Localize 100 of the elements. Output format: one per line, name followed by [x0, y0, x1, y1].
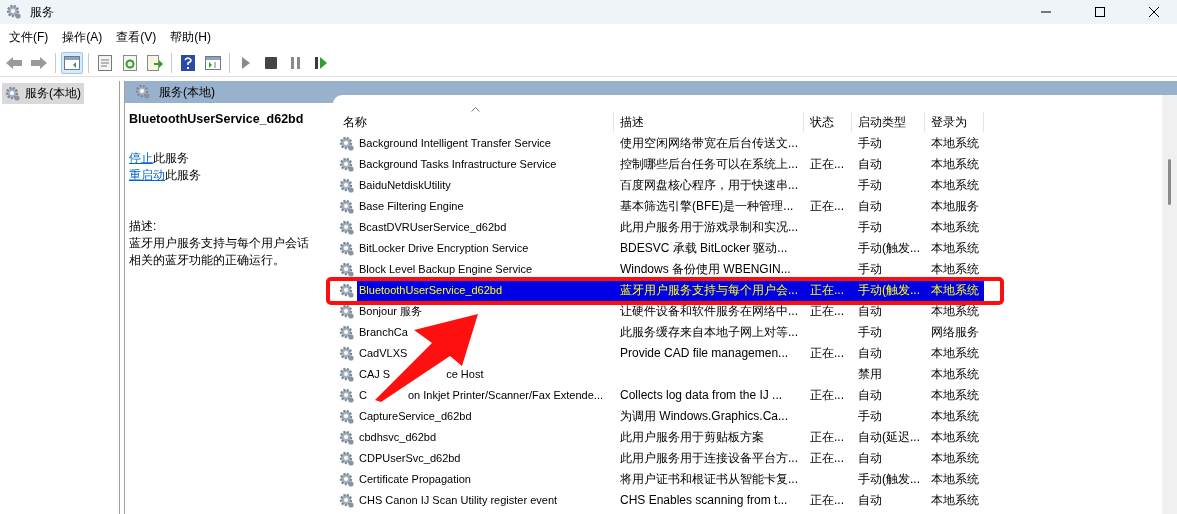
service-name-cell[interactable]: cbdhsvc_d62bd [357, 427, 439, 448]
table-cell-text: 本地系统 [930, 156, 980, 173]
service-name-cell[interactable]: on Inkjet Printer/Scanner/Fax Extende... [405, 385, 605, 406]
scrollbar[interactable] [1162, 95, 1177, 514]
table-cell-text: 手动 [857, 135, 883, 152]
table-cell-text: Collects log data from the IJ ... [619, 387, 784, 404]
service-name-cell[interactable]: Bonjour 服务 [357, 301, 424, 322]
table-cell: 本地系统 [925, 280, 984, 301]
window-title: 服务 [30, 3, 55, 21]
table-cell-text: 手动 [857, 219, 883, 236]
service-name-cell[interactable]: Certificate Propagation [357, 469, 473, 490]
menu-item[interactable]: 帮助(H) [163, 28, 218, 46]
menu-item[interactable]: 操作(A) [55, 28, 110, 46]
service-name-cell[interactable]: Base Filtering Engine [357, 196, 466, 217]
column-header[interactable]: 名称 [337, 112, 614, 132]
service-gear-icon [339, 387, 355, 404]
gear-icon [6, 4, 22, 20]
service-gear-icon [339, 198, 355, 215]
table-cell-text: Windows 备份使用 WBENGIN... [619, 261, 792, 278]
service-name-cell[interactable]: BranchCa [357, 322, 410, 343]
table-cell-text: 本地系统 [930, 471, 980, 488]
table-cell-text: 手动 [857, 177, 883, 194]
service-name-cell[interactable]: CadVLXS [357, 343, 410, 364]
service-name: BluetoothUserService_d62bd [129, 112, 305, 126]
table-cell-text: 此用户服务用于剪贴板方案 [619, 429, 765, 446]
service-gear-icon [339, 408, 355, 425]
table-cell-text: 自动 [857, 450, 883, 467]
tree-item[interactable]: 服务(本地) [2, 83, 84, 104]
minimize-icon [1041, 11, 1051, 13]
table-cell-text: 自动 [857, 387, 883, 404]
service-name-cell[interactable]: Background Tasks Infrastructure Service [357, 154, 559, 175]
service-name-cell[interactable]: CaptureService_d62bd [357, 406, 474, 427]
description-label: 描述: [129, 218, 158, 235]
table-cell-text: 正在... [809, 156, 845, 173]
table-cell-text: 禁用 [857, 366, 883, 383]
table-cell-text: 本地服务 [930, 198, 980, 215]
table-cell-text: BDESVC 承载 BitLocker 驱动... [619, 240, 789, 257]
service-gear-icon [339, 282, 355, 299]
table-cell-text: 此用户服务用于连接设备平台方... [619, 450, 799, 467]
table-cell-text: 自动 [857, 345, 883, 362]
service-name-cell[interactable]: CAJ S [357, 364, 393, 385]
table-cell-text: 正在... [809, 450, 845, 467]
service-name-cell[interactable]: CDPUserSvc_d62bd [357, 448, 463, 469]
maximize-icon [1095, 7, 1105, 17]
service-gear-icon [339, 471, 355, 488]
table-cell-text: 为调用 Windows.Graphics.Ca... [619, 408, 790, 425]
service-action-link[interactable]: 重启动 [129, 167, 165, 184]
column-header[interactable]: 登录为 [925, 112, 984, 132]
service-gear-icon [339, 429, 355, 446]
service-name-cell[interactable]: BitLocker Drive Encryption Service [357, 238, 531, 259]
service-gear-icon [339, 261, 355, 278]
table-cell-text: 正在... [809, 198, 845, 215]
service-name-cell[interactable]: Background Intelligent Transfer Service [357, 133, 553, 154]
service-name-cell[interactable]: ce Host [444, 364, 486, 385]
service-name-cell[interactable]: C [357, 385, 369, 406]
table-cell-text: 手动 [857, 261, 883, 278]
service-gear-icon [339, 219, 355, 236]
table-cell: 正在... [804, 280, 852, 301]
table-cell-text: 自动 [857, 198, 883, 215]
console-tree-icon[interactable] [61, 52, 83, 74]
column-header[interactable]: 描述 [614, 112, 804, 132]
table-cell-text: 本地系统 [930, 345, 980, 362]
table-cell-text: 使用空闲网络带宽在后台传送文... [619, 135, 799, 152]
table-cell-text: 本地系统 [930, 219, 980, 236]
service-name-cell[interactable]: CHS Canon IJ Scan Utility register event [357, 490, 560, 511]
close-icon [1149, 7, 1159, 17]
service-name-cell[interactable]: BcastDVRUserService_d62bd [357, 217, 509, 238]
table-cell-text: 正在... [809, 429, 845, 446]
service-gear-icon [339, 492, 355, 509]
table-cell-text: 手动 [857, 408, 883, 425]
table-cell-text: Provide CAD file managemen... [619, 345, 790, 362]
service-name-cell[interactable]: BluetoothUserService_d62bd [357, 280, 614, 301]
table-cell-text: 网络服务 [930, 324, 980, 341]
column-header[interactable]: 状态 [804, 112, 852, 132]
service-gear-icon [339, 366, 355, 383]
column-header[interactable]: 启动类型 [852, 112, 925, 132]
table-cell-text: 正在... [809, 492, 845, 509]
service-name-cell[interactable]: BaiduNetdiskUtility [357, 175, 453, 196]
export-list-icon[interactable] [144, 52, 166, 74]
description-text: 蓝牙用户服务支持与每个用户会话相关的蓝牙功能的正确运行。 [129, 235, 309, 269]
table-cell-text: 正在... [809, 345, 845, 362]
panel-title: 服务(本地) [159, 83, 215, 101]
table-cell-text: 自动(延迟... [857, 429, 921, 446]
service-gear-icon [339, 345, 355, 362]
service-gear-icon [339, 240, 355, 257]
table-cell-text: 自动 [857, 156, 883, 173]
table-cell-text: 自动 [857, 303, 883, 320]
table-cell-text: 控制哪些后台任务可以在系统上... [619, 156, 799, 173]
service-gear-icon [339, 303, 355, 320]
menu-item[interactable]: 文件(F) [2, 28, 56, 46]
table-cell-text: 本地系统 [930, 366, 980, 383]
menu-item[interactable]: 查看(V) [109, 28, 164, 46]
table-cell-text: 手动(触发... [857, 471, 921, 488]
service-name-cell[interactable]: Block Level Backup Engine Service [357, 259, 535, 280]
table-cell-text: 本地系统 [930, 303, 980, 320]
service-gear-icon [339, 324, 355, 341]
table-cell-text: 本地系统 [930, 408, 980, 425]
table-cell-text: 本地系统 [930, 492, 980, 509]
table-cell-text: 百度网盘核心程序，用于快速串... [619, 177, 799, 194]
service-action-link[interactable]: 停止 [129, 150, 153, 167]
